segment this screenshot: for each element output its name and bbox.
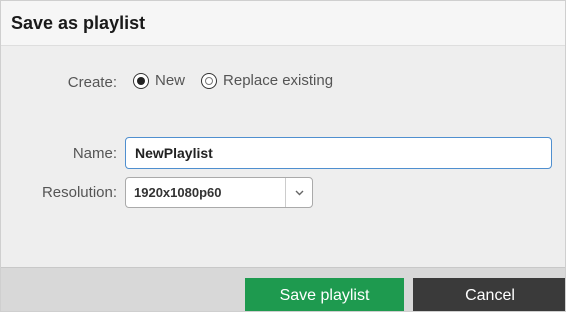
save-playlist-dialog: Save as playlist Create: New Replace exi… bbox=[0, 0, 566, 312]
cancel-button[interactable]: Cancel bbox=[413, 278, 565, 311]
playlist-name-input[interactable] bbox=[125, 137, 552, 169]
name-label: Name: bbox=[72, 145, 117, 162]
radio-unchecked-icon bbox=[201, 72, 218, 89]
radio-checked-icon bbox=[133, 72, 149, 89]
resolution-label: Resolution: bbox=[41, 184, 117, 201]
save-playlist-button[interactable]: Save playlist bbox=[245, 278, 404, 311]
chevron-down-icon[interactable] bbox=[285, 178, 312, 207]
dialog-title-bar: Save as playlist bbox=[1, 1, 565, 46]
resolution-select[interactable]: 1920x1080p60 bbox=[125, 177, 313, 208]
radio-new-label: New bbox=[155, 72, 186, 89]
create-label: Create: bbox=[67, 74, 117, 91]
radio-new[interactable]: New bbox=[133, 72, 185, 89]
create-radio-group: New Replace existing bbox=[133, 72, 349, 89]
dialog-title: Save as playlist bbox=[11, 13, 146, 33]
resolution-selected-value: 1920x1080p60 bbox=[134, 185, 222, 200]
dialog-footer: Save playlist Cancel bbox=[1, 267, 565, 311]
radio-replace-existing[interactable]: Replace existing bbox=[201, 72, 333, 89]
radio-replace-existing-label: Replace existing bbox=[223, 72, 334, 89]
